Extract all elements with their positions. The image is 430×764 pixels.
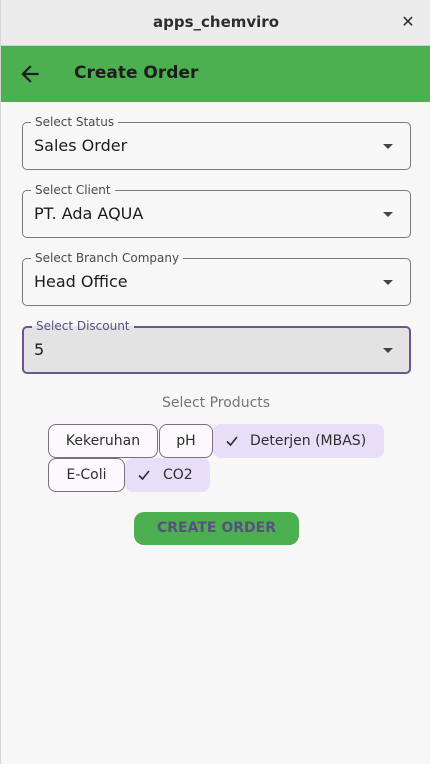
product-chip-deterjen[interactable]: Deterjen (MBAS) [213, 424, 384, 458]
status-dropdown-label: Select Status [31, 114, 119, 130]
product-chip-label: Kekeruhan [65, 433, 141, 449]
page-title: Create Order [74, 63, 199, 83]
product-chip-kekeruhan[interactable]: Kekeruhan [48, 424, 158, 458]
create-order-button[interactable]: CREATE ORDER [134, 512, 299, 545]
close-icon[interactable]: ✕ [401, 12, 415, 32]
products-section-title: Select Products [161, 395, 271, 411]
caret-down-icon [383, 212, 393, 217]
branch-dropdown[interactable]: Select Branch Company Head Office [22, 250, 411, 306]
client-dropdown-label: Select Client [31, 182, 115, 198]
app-window: apps_chemviro ✕ Create Order Select Stat… [0, 0, 430, 764]
window-title: apps_chemviro [152, 13, 280, 31]
discount-dropdown[interactable]: Select Discount 5 [22, 318, 411, 374]
check-icon [226, 436, 238, 447]
branch-dropdown-value: Head Office [34, 272, 128, 291]
app-bar: Create Order [1, 46, 430, 102]
check-icon [138, 470, 150, 481]
product-chip-label: pH [176, 433, 196, 449]
client-dropdown[interactable]: Select Client PT. Ada AQUA [22, 182, 411, 238]
product-chip-label: CO2 [163, 467, 193, 483]
caret-down-icon [383, 144, 393, 149]
product-chip-ecoli[interactable]: E-Coli [48, 458, 125, 492]
arrow-left-icon[interactable] [17, 61, 43, 87]
caret-down-icon [383, 348, 393, 353]
discount-dropdown-label: Select Discount [32, 318, 134, 334]
product-chip-co2[interactable]: CO2 [125, 458, 210, 492]
branch-dropdown-label: Select Branch Company [31, 250, 184, 266]
status-dropdown[interactable]: Select Status Sales Order [22, 114, 411, 170]
product-chip-label: E-Coli [66, 467, 107, 483]
discount-dropdown-value: 5 [34, 340, 45, 359]
status-dropdown-value: Sales Order [34, 136, 128, 155]
product-chip-label: Deterjen (MBAS) [250, 433, 367, 449]
product-chip-ph[interactable]: pH [159, 424, 213, 458]
caret-down-icon [383, 280, 393, 285]
window-titlebar: apps_chemviro ✕ [1, 0, 430, 46]
client-dropdown-value: PT. Ada AQUA [34, 204, 144, 223]
